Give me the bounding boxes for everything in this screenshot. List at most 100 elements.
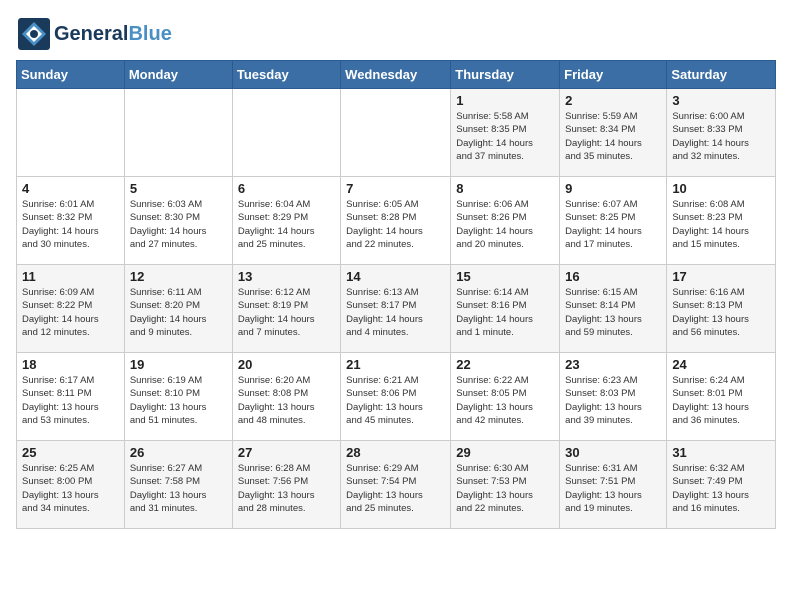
day-info: Sunrise: 6:25 AM Sunset: 8:00 PM Dayligh… xyxy=(22,462,119,515)
weekday-header-row: SundayMondayTuesdayWednesdayThursdayFrid… xyxy=(17,61,776,89)
day-cell: 3 Sunrise: 6:00 AM Sunset: 8:33 PM Daylig… xyxy=(667,89,776,177)
day-info: Sunrise: 6:21 AM Sunset: 8:06 PM Dayligh… xyxy=(346,374,445,427)
day-cell: 21 Sunrise: 6:21 AM Sunset: 8:06 PM Dayli… xyxy=(341,353,451,441)
day-info: Sunrise: 5:59 AM Sunset: 8:34 PM Dayligh… xyxy=(565,110,661,163)
day-cell: 5 Sunrise: 6:03 AM Sunset: 8:30 PM Daylig… xyxy=(124,177,232,265)
day-cell: 8 Sunrise: 6:06 AM Sunset: 8:26 PM Daylig… xyxy=(451,177,560,265)
day-info: Sunrise: 6:24 AM Sunset: 8:01 PM Dayligh… xyxy=(672,374,770,427)
day-cell: 18 Sunrise: 6:17 AM Sunset: 8:11 PM Dayli… xyxy=(17,353,125,441)
day-info: Sunrise: 6:22 AM Sunset: 8:05 PM Dayligh… xyxy=(456,374,554,427)
day-cell: 25 Sunrise: 6:25 AM Sunset: 8:00 PM Dayli… xyxy=(17,441,125,529)
day-number: 3 xyxy=(672,93,770,108)
logo: GeneralBlue xyxy=(16,16,172,52)
day-cell: 24 Sunrise: 6:24 AM Sunset: 8:01 PM Dayli… xyxy=(667,353,776,441)
day-cell: 31Sunrise: 6:32 AM Sunset: 7:49 PM Dayli… xyxy=(667,441,776,529)
weekday-header-thursday: Thursday xyxy=(451,61,560,89)
day-info: Sunrise: 6:19 AM Sunset: 8:10 PM Dayligh… xyxy=(130,374,227,427)
day-number: 21 xyxy=(346,357,445,372)
day-cell: 2Sunrise: 5:59 AM Sunset: 8:34 PM Daylig… xyxy=(560,89,667,177)
day-number: 26 xyxy=(130,445,227,460)
logo-icon xyxy=(16,16,52,52)
week-row-1: 1 Sunrise: 5:58 AM Sunset: 8:35 PM Daylig… xyxy=(17,89,776,177)
day-cell: 26 Sunrise: 6:27 AM Sunset: 7:58 PM Dayli… xyxy=(124,441,232,529)
day-number: 4 xyxy=(22,181,119,196)
day-number: 25 xyxy=(22,445,119,460)
day-info: Sunrise: 6:29 AM Sunset: 7:54 PM Dayligh… xyxy=(346,462,445,515)
day-cell: 12Sunrise: 6:11 AM Sunset: 8:20 PM Dayli… xyxy=(124,265,232,353)
day-cell: 22 Sunrise: 6:22 AM Sunset: 8:05 PM Dayli… xyxy=(451,353,560,441)
day-cell: 17 Sunrise: 6:16 AM Sunset: 8:13 PM Dayli… xyxy=(667,265,776,353)
day-number: 24 xyxy=(672,357,770,372)
day-cell: 6 Sunrise: 6:04 AM Sunset: 8:29 PM Daylig… xyxy=(232,177,340,265)
day-info: Sunrise: 6:09 AM Sunset: 8:22 PM Dayligh… xyxy=(22,286,119,339)
weekday-header-saturday: Saturday xyxy=(667,61,776,89)
day-info: Sunrise: 6:00 AM Sunset: 8:33 PM Dayligh… xyxy=(672,110,770,163)
weekday-header-wednesday: Wednesday xyxy=(341,61,451,89)
day-cell: 28 Sunrise: 6:29 AM Sunset: 7:54 PM Dayli… xyxy=(341,441,451,529)
day-cell: 16Sunrise: 6:15 AM Sunset: 8:14 PM Dayli… xyxy=(560,265,667,353)
day-cell: 4 Sunrise: 6:01 AM Sunset: 8:32 PM Daylig… xyxy=(17,177,125,265)
day-info: Sunrise: 6:14 AM Sunset: 8:16 PM Dayligh… xyxy=(456,286,554,339)
day-info: Sunrise: 6:16 AM Sunset: 8:13 PM Dayligh… xyxy=(672,286,770,339)
day-number: 7 xyxy=(346,181,445,196)
day-info: Sunrise: 6:03 AM Sunset: 8:30 PM Dayligh… xyxy=(130,198,227,251)
day-number: 5 xyxy=(130,181,227,196)
day-cell: 23 Sunrise: 6:23 AM Sunset: 8:03 PM Dayli… xyxy=(560,353,667,441)
day-cell: 30 Sunrise: 6:31 AM Sunset: 7:51 PM Dayli… xyxy=(560,441,667,529)
day-info: Sunrise: 6:05 AM Sunset: 8:28 PM Dayligh… xyxy=(346,198,445,251)
day-cell: 1 Sunrise: 5:58 AM Sunset: 8:35 PM Daylig… xyxy=(451,89,560,177)
day-info: Sunrise: 6:23 AM Sunset: 8:03 PM Dayligh… xyxy=(565,374,661,427)
day-number: 9 xyxy=(565,181,661,196)
day-cell: 10Sunrise: 6:08 AM Sunset: 8:23 PM Dayli… xyxy=(667,177,776,265)
day-info: Sunrise: 6:28 AM Sunset: 7:56 PM Dayligh… xyxy=(238,462,335,515)
day-info: Sunrise: 6:04 AM Sunset: 8:29 PM Dayligh… xyxy=(238,198,335,251)
day-number: 18 xyxy=(22,357,119,372)
day-number: 20 xyxy=(238,357,335,372)
day-cell xyxy=(124,89,232,177)
day-cell: 9 Sunrise: 6:07 AM Sunset: 8:25 PM Daylig… xyxy=(560,177,667,265)
day-info: Sunrise: 6:06 AM Sunset: 8:26 PM Dayligh… xyxy=(456,198,554,251)
weekday-header-friday: Friday xyxy=(560,61,667,89)
day-number: 27 xyxy=(238,445,335,460)
day-number: 28 xyxy=(346,445,445,460)
calendar-table: SundayMondayTuesdayWednesdayThursdayFrid… xyxy=(16,60,776,529)
day-info: Sunrise: 6:30 AM Sunset: 7:53 PM Dayligh… xyxy=(456,462,554,515)
week-row-4: 18 Sunrise: 6:17 AM Sunset: 8:11 PM Dayli… xyxy=(17,353,776,441)
day-info: Sunrise: 6:27 AM Sunset: 7:58 PM Dayligh… xyxy=(130,462,227,515)
day-cell: 14Sunrise: 6:13 AM Sunset: 8:17 PM Dayli… xyxy=(341,265,451,353)
week-row-2: 4 Sunrise: 6:01 AM Sunset: 8:32 PM Daylig… xyxy=(17,177,776,265)
day-cell: 7 Sunrise: 6:05 AM Sunset: 8:28 PM Daylig… xyxy=(341,177,451,265)
day-number: 1 xyxy=(456,93,554,108)
weekday-header-sunday: Sunday xyxy=(17,61,125,89)
day-number: 30 xyxy=(565,445,661,460)
day-number: 10 xyxy=(672,181,770,196)
day-number: 19 xyxy=(130,357,227,372)
day-info: Sunrise: 6:32 AM Sunset: 7:49 PM Dayligh… xyxy=(672,462,770,515)
week-row-5: 25 Sunrise: 6:25 AM Sunset: 8:00 PM Dayli… xyxy=(17,441,776,529)
page-header: GeneralBlue xyxy=(16,16,776,52)
day-info: Sunrise: 6:31 AM Sunset: 7:51 PM Dayligh… xyxy=(565,462,661,515)
day-info: Sunrise: 6:17 AM Sunset: 8:11 PM Dayligh… xyxy=(22,374,119,427)
day-cell: 29 Sunrise: 6:30 AM Sunset: 7:53 PM Dayli… xyxy=(451,441,560,529)
day-info: Sunrise: 6:01 AM Sunset: 8:32 PM Dayligh… xyxy=(22,198,119,251)
day-number: 12 xyxy=(130,269,227,284)
day-number: 17 xyxy=(672,269,770,284)
day-number: 11 xyxy=(22,269,119,284)
day-cell: 15Sunrise: 6:14 AM Sunset: 8:16 PM Dayli… xyxy=(451,265,560,353)
day-info: Sunrise: 6:07 AM Sunset: 8:25 PM Dayligh… xyxy=(565,198,661,251)
day-cell: 20Sunrise: 6:20 AM Sunset: 8:08 PM Dayli… xyxy=(232,353,340,441)
day-number: 13 xyxy=(238,269,335,284)
day-number: 6 xyxy=(238,181,335,196)
day-info: Sunrise: 6:12 AM Sunset: 8:19 PM Dayligh… xyxy=(238,286,335,339)
week-row-3: 11 Sunrise: 6:09 AM Sunset: 8:22 PM Dayli… xyxy=(17,265,776,353)
weekday-header-monday: Monday xyxy=(124,61,232,89)
day-cell: 19 Sunrise: 6:19 AM Sunset: 8:10 PM Dayli… xyxy=(124,353,232,441)
day-number: 14 xyxy=(346,269,445,284)
day-cell: 13 Sunrise: 6:12 AM Sunset: 8:19 PM Dayli… xyxy=(232,265,340,353)
day-number: 8 xyxy=(456,181,554,196)
logo-text: GeneralBlue xyxy=(54,23,172,45)
day-number: 29 xyxy=(456,445,554,460)
day-info: Sunrise: 5:58 AM Sunset: 8:35 PM Dayligh… xyxy=(456,110,554,163)
day-number: 22 xyxy=(456,357,554,372)
day-number: 23 xyxy=(565,357,661,372)
